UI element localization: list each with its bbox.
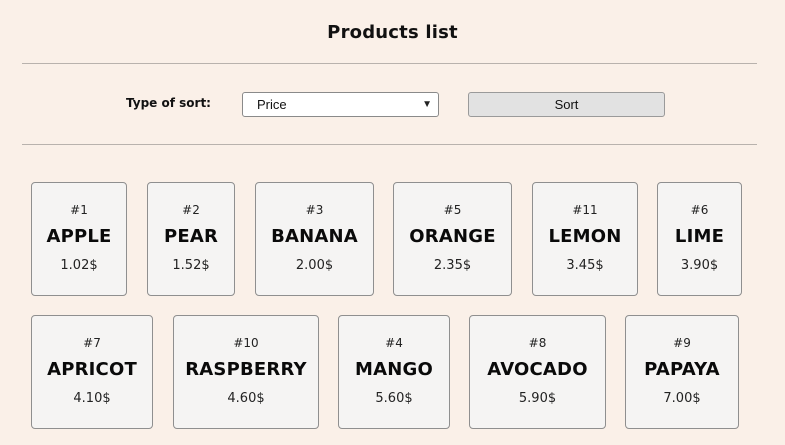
product-price: 7.00$	[663, 391, 701, 406]
chevron-down-icon: ▼	[422, 99, 432, 110]
product-name: AVOCADO	[487, 359, 588, 380]
product-number: #6	[690, 203, 709, 217]
product-card: #11 LEMON 3.45$	[532, 182, 638, 296]
product-price: 3.45$	[566, 258, 604, 273]
product-name: MANGO	[355, 359, 433, 380]
product-number: #2	[182, 203, 200, 217]
product-card: #10 RASPBERRY 4.60$	[173, 315, 319, 429]
product-name: ORANGE	[409, 226, 496, 247]
product-name: LEMON	[548, 226, 622, 247]
product-name: RASPBERRY	[185, 359, 307, 380]
product-price: 5.60$	[375, 391, 413, 406]
product-name: APRICOT	[47, 359, 137, 380]
product-price: 1.02$	[60, 258, 98, 273]
product-number: #7	[83, 336, 101, 350]
product-card: #4 MANGO 5.60$	[338, 315, 450, 429]
product-card: #2 PEAR 1.52$	[147, 182, 235, 296]
product-name: LIME	[674, 226, 725, 247]
product-number: #10	[233, 336, 259, 350]
product-price: 4.60$	[227, 391, 265, 406]
divider-top	[22, 63, 757, 64]
product-card: #5 ORANGE 2.35$	[393, 182, 512, 296]
sort-type-label: Type of sort:	[126, 96, 211, 110]
product-card: #7 APRICOT 4.10$	[31, 315, 153, 429]
product-name: BANANA	[271, 226, 358, 247]
page-title: Products list	[327, 22, 458, 43]
product-card: #8 AVOCADO 5.90$	[469, 315, 606, 429]
divider-bottom	[22, 144, 757, 145]
sort-type-selected-value: Price	[257, 97, 287, 112]
product-price: 5.90$	[518, 391, 557, 406]
product-number: #8	[528, 336, 547, 350]
product-price: 4.10$	[73, 391, 111, 406]
product-card: #1 APPLE 1.02$	[31, 182, 127, 296]
product-number: #3	[305, 203, 324, 217]
sort-button[interactable]: Sort	[468, 92, 665, 117]
product-name: APPLE	[46, 226, 112, 247]
product-price: 3.90$	[680, 258, 719, 273]
product-number: #1	[70, 203, 88, 217]
product-card: #3 BANANA 2.00$	[255, 182, 374, 296]
product-name: PEAR	[163, 226, 219, 247]
product-number: #4	[385, 336, 403, 350]
product-card: #9 PAPAYA 7.00$	[625, 315, 739, 429]
product-price: 1.52$	[172, 258, 210, 273]
product-number: #9	[673, 336, 691, 350]
product-card: #6 LIME 3.90$	[657, 182, 742, 296]
product-price: 2.35$	[433, 258, 472, 273]
product-price: 2.00$	[295, 258, 334, 273]
sort-type-select[interactable]: Price ▼	[242, 92, 439, 117]
product-number: #11	[572, 203, 598, 217]
product-name: PAPAYA	[644, 359, 720, 380]
product-number: #5	[443, 203, 462, 217]
